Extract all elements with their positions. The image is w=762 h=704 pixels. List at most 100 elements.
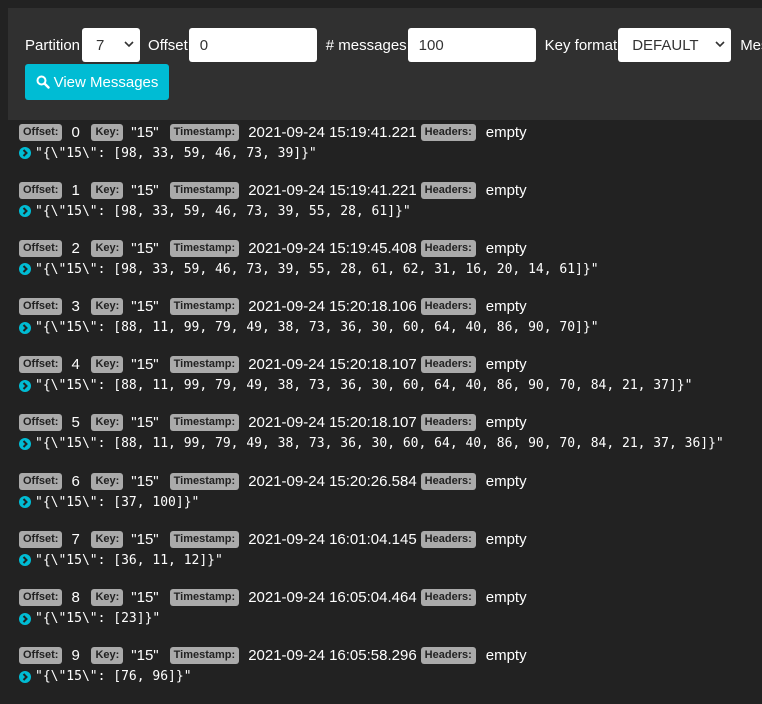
- headers-value: empty: [485, 414, 527, 432]
- chevron-down-icon: [715, 36, 725, 55]
- message-meta: Offset: 9 Key: "15" Timestamp: 2021-09-2…: [19, 646, 762, 666]
- offset-badge: Offset:: [19, 530, 63, 548]
- key-value: "15": [131, 414, 159, 432]
- chevron-right-circle-icon[interactable]: [19, 437, 31, 450]
- message-meta: Offset: 2 Key: "15" Timestamp: 2021-09-2…: [19, 238, 762, 258]
- offset-value: 4: [71, 356, 80, 374]
- key-value: "15": [131, 181, 159, 199]
- offset-badge: Offset:: [19, 356, 63, 374]
- message-value: "{\"15\": [76, 96]}": [35, 669, 192, 685]
- message-count-input[interactable]: 100: [407, 28, 536, 62]
- chevron-right-circle-icon[interactable]: [19, 379, 31, 392]
- headers-badge: Headers:: [420, 181, 476, 199]
- message-row: Offset: 6 Key: "15" Timestamp: 2021-09-2…: [19, 471, 762, 529]
- chevron-right-circle-icon[interactable]: [19, 263, 31, 276]
- search-icon: [36, 75, 50, 89]
- chevron-right-circle-icon[interactable]: [19, 496, 31, 509]
- offset-value: 0: [71, 123, 80, 141]
- key-value: "15": [131, 530, 159, 548]
- headers-value: empty: [485, 472, 527, 490]
- key-value: "15": [131, 472, 159, 490]
- timestamp-badge: Timestamp:: [169, 472, 240, 490]
- message-row: Offset: 5 Key: "15" Timestamp: 2021-09-2…: [19, 413, 762, 471]
- timestamp-badge: Timestamp:: [169, 298, 240, 316]
- message-value: "{\"15\": [88, 11, 99, 79, 49, 38, 73, 3…: [35, 378, 693, 394]
- headers-badge: Headers:: [420, 356, 476, 374]
- message-row: Offset: 4 Key: "15" Timestamp: 2021-09-2…: [19, 355, 762, 413]
- headers-badge: Headers:: [420, 298, 476, 316]
- message-row: Offset: 3 Key: "15" Timestamp: 2021-09-2…: [19, 297, 762, 355]
- message-meta: Offset: 5 Key: "15" Timestamp: 2021-09-2…: [19, 413, 762, 433]
- timestamp-value: 2021-09-24 15:20:18.107: [248, 414, 417, 432]
- offset-badge: Offset:: [19, 181, 63, 199]
- message-value: "{\"15\": [37, 100]}": [35, 494, 200, 510]
- message-row: Offset: 2 Key: "15" Timestamp: 2021-09-2…: [19, 238, 762, 296]
- timestamp-badge: Timestamp:: [169, 356, 240, 374]
- key-value: "15": [131, 239, 159, 257]
- chevron-right-circle-icon[interactable]: [19, 147, 31, 159]
- key-format-select[interactable]: DEFAULT: [618, 28, 732, 62]
- message-value: "{\"15\": [98, 33, 59, 46, 73, 39, 55, 2…: [35, 261, 599, 277]
- offset-badge: Offset:: [19, 239, 63, 257]
- message-row: Offset: 8 Key: "15" Timestamp: 2021-09-2…: [19, 588, 762, 646]
- filter-form: Partition 7 Offset 0 # messages 100 Key …: [25, 28, 762, 62]
- timestamp-value: 2021-09-24 15:19:41.221: [248, 123, 417, 141]
- partition-label: Partition: [25, 36, 81, 54]
- timestamp-value: 2021-09-24 15:20:18.106: [248, 298, 417, 316]
- key-badge: Key:: [91, 589, 124, 606]
- timestamp-value: 2021-09-24 15:19:41.221: [248, 181, 417, 199]
- offset-value: 1: [71, 181, 80, 199]
- headers-value: empty: [485, 647, 527, 665]
- message-payload-row: "{\"15\": [36, 11, 12]}": [19, 549, 762, 571]
- timestamp-badge: Timestamp:: [169, 239, 240, 257]
- view-messages-label: View Messages: [53, 73, 159, 91]
- partition-select-value: 7: [96, 36, 105, 54]
- key-value: "15": [131, 589, 159, 606]
- message-payload-row: "{\"15\": [88, 11, 99, 79, 49, 38, 73, 3…: [19, 375, 762, 397]
- view-messages-button[interactable]: View Messages: [25, 64, 169, 100]
- headers-badge: Headers:: [420, 123, 476, 141]
- offset-value: 2: [71, 239, 80, 257]
- key-value: "15": [131, 356, 159, 374]
- offset-value: 8: [71, 589, 80, 606]
- message-payload-row: "{\"15\": [76, 96]}": [19, 666, 762, 688]
- offset-input[interactable]: 0: [188, 28, 317, 62]
- message-filter-toolbar: Partition 7 Offset 0 # messages 100 Key …: [8, 8, 762, 120]
- chevron-right-circle-icon[interactable]: [19, 554, 31, 567]
- timestamp-value: 2021-09-24 16:05:04.464: [248, 589, 417, 606]
- offset-badge: Offset:: [19, 472, 63, 490]
- message-row: Offset: 0 Key: "15" Timestamp: 2021-09-2…: [19, 122, 762, 180]
- partition-select[interactable]: 7: [82, 28, 141, 62]
- offset-badge: Offset:: [19, 589, 63, 606]
- key-badge: Key:: [91, 298, 124, 316]
- offset-badge: Offset:: [19, 647, 63, 665]
- headers-value: empty: [485, 181, 527, 199]
- message-count-label: # messages: [325, 36, 407, 54]
- timestamp-value: 2021-09-24 16:05:58.296: [248, 647, 417, 665]
- key-badge: Key:: [91, 647, 124, 665]
- headers-value: empty: [485, 530, 527, 548]
- chevron-right-circle-icon[interactable]: [19, 670, 31, 683]
- chevron-right-circle-icon[interactable]: [19, 612, 31, 625]
- headers-value: empty: [485, 589, 527, 606]
- key-value: "15": [131, 123, 159, 141]
- chevron-down-icon: [124, 36, 134, 55]
- timestamp-value: 2021-09-24 15:19:45.408: [248, 239, 417, 257]
- message-payload-row: "{\"15\": [98, 33, 59, 46, 73, 39]}": [19, 142, 762, 164]
- key-badge: Key:: [91, 530, 124, 548]
- timestamp-badge: Timestamp:: [169, 181, 240, 199]
- offset-badge: Offset:: [19, 414, 63, 432]
- chevron-right-circle-icon[interactable]: [19, 205, 31, 218]
- message-value: "{\"15\": [23]}": [35, 611, 161, 626]
- key-badge: Key:: [91, 239, 124, 257]
- message-payload-row: "{\"15\": [88, 11, 99, 79, 49, 38, 73, 3…: [19, 433, 762, 455]
- chevron-right-circle-icon[interactable]: [19, 321, 31, 334]
- headers-badge: Headers:: [420, 472, 476, 490]
- offset-value: 3: [71, 298, 80, 316]
- message-payload-row: "{\"15\": [98, 33, 59, 46, 73, 39, 55, 2…: [19, 200, 762, 222]
- key-badge: Key:: [91, 123, 124, 141]
- message-row: Offset: 9 Key: "15" Timestamp: 2021-09-2…: [19, 646, 762, 704]
- message-meta: Offset: 1 Key: "15" Timestamp: 2021-09-2…: [19, 180, 762, 200]
- headers-badge: Headers:: [420, 239, 476, 257]
- offset-label: Offset: [148, 36, 188, 54]
